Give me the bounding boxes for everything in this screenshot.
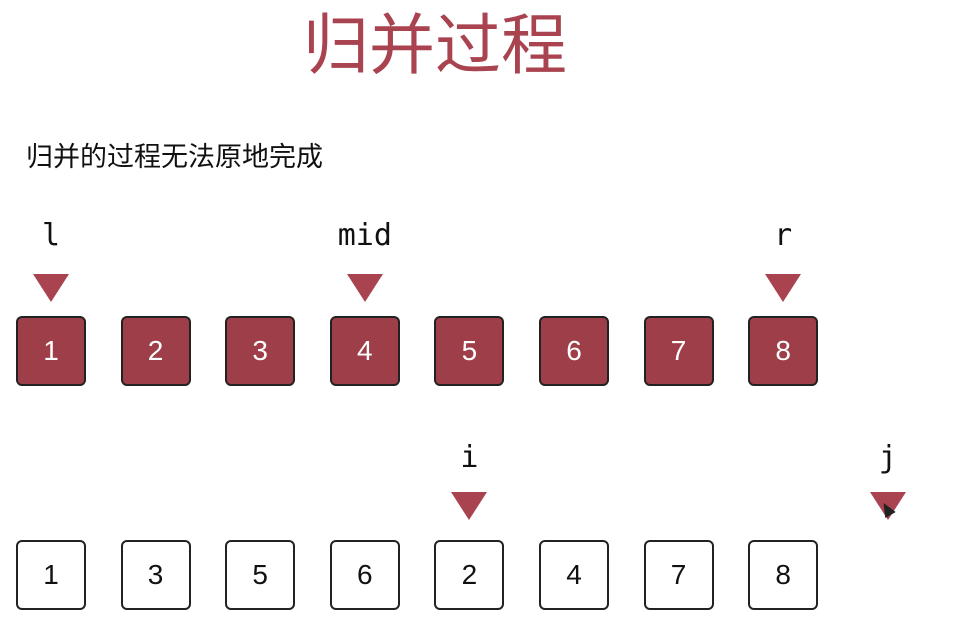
top-array-cell: 6 bbox=[539, 316, 609, 386]
top-array-row: 12345678 bbox=[0, 316, 956, 396]
top-array-cell: 8 bbox=[748, 316, 819, 386]
top-array-cell: 4 bbox=[329, 316, 400, 386]
top-pointer-label: mid bbox=[337, 218, 392, 253]
pointer-arrow-icon bbox=[346, 274, 383, 302]
page-title: 归并过程 bbox=[303, 7, 567, 84]
pointer-arrow-icon bbox=[33, 274, 69, 302]
pointer-arrow-icon bbox=[451, 492, 488, 520]
bottom-array-cell: 4 bbox=[539, 540, 609, 610]
top-pointer-label: l bbox=[41, 218, 61, 253]
top-array-cell: 7 bbox=[643, 316, 714, 386]
bottom-pointer-label: j bbox=[878, 440, 897, 475]
bottom-array-cell: 5 bbox=[225, 540, 296, 610]
bottom-array-cell: 7 bbox=[643, 540, 714, 610]
bottom-array-cell: 2 bbox=[434, 540, 505, 610]
top-array-cell: 2 bbox=[120, 316, 191, 386]
bottom-array-cell: 6 bbox=[329, 540, 400, 610]
bottom-array-cell: 8 bbox=[748, 540, 819, 610]
bottom-array-cell: 1 bbox=[16, 540, 86, 610]
bottom-array-cell: 3 bbox=[120, 540, 191, 610]
top-array-cell: 1 bbox=[16, 316, 86, 386]
top-array-cell: 5 bbox=[434, 316, 505, 386]
bottom-pointer-label: i bbox=[460, 440, 479, 475]
top-array-cell: 3 bbox=[225, 316, 296, 386]
subtitle: 归并的过程无法原地完成 bbox=[26, 142, 323, 173]
top-pointer-label: r bbox=[774, 218, 793, 253]
bottom-array-row: 13562478 bbox=[0, 540, 956, 620]
pointer-arrow-icon bbox=[765, 274, 802, 302]
